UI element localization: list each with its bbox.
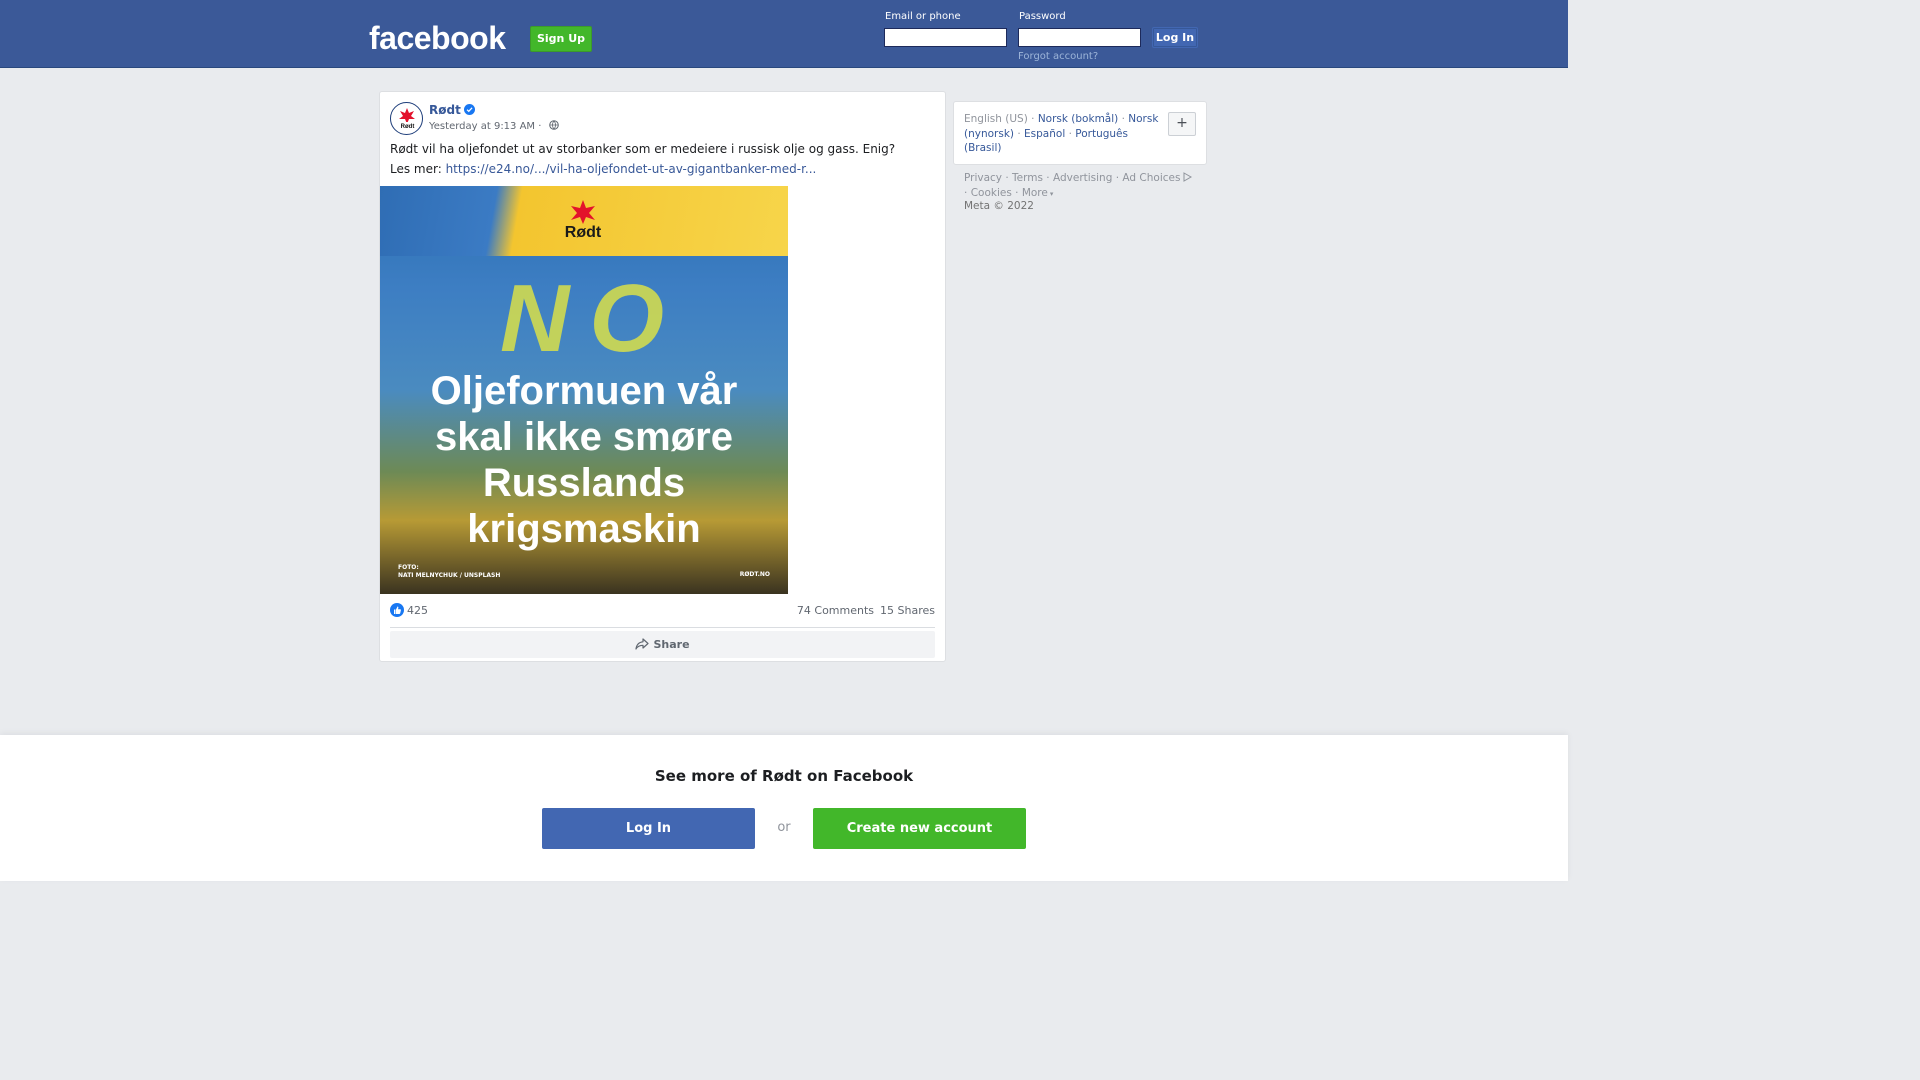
- verified-badge-icon: [463, 104, 475, 115]
- caret-down-icon: ▾: [1049, 189, 1054, 198]
- image-headline: Oljeformuen vår skal ikke smøre Russland…: [380, 368, 788, 552]
- headline-line-3: Russlands: [482, 461, 686, 505]
- globe-icon: [548, 120, 559, 130]
- language-list: English (US) · Norsk (bokmål) · Norsk (n…: [964, 113, 1159, 154]
- current-language: English (US): [964, 113, 1028, 125]
- engagement-counts: 74 Comments 15 Shares: [791, 604, 935, 617]
- copyright: Meta © 2022: [964, 200, 1034, 212]
- email-label: Email or phone: [885, 11, 961, 22]
- create-account-button[interactable]: Create new account: [813, 808, 1026, 849]
- credit-line-1: FOTO:: [398, 564, 419, 571]
- post-divider: [390, 627, 935, 628]
- post-time[interactable]: Yesterday at 9:13 AM ·: [429, 121, 545, 132]
- ad-choices-icon: [1183, 172, 1193, 182]
- terms-link[interactable]: Terms: [1012, 172, 1043, 184]
- headline-line-4: krigsmaskin: [467, 507, 701, 551]
- post-timestamp: Yesterday at 9:13 AM ·: [429, 120, 559, 132]
- sign-up-button[interactable]: Sign Up: [530, 26, 592, 52]
- password-label: Password: [1019, 11, 1066, 22]
- post-link-line: Les mer: https://e24.no/.../vil-ha-oljef…: [390, 162, 816, 176]
- article-link[interactable]: https://e24.no/.../vil-ha-oljefondet-ut-…: [446, 162, 817, 176]
- post-text: Rødt vil ha oljefondet ut av storbanker …: [390, 142, 896, 156]
- reaction-count: 425: [407, 604, 428, 617]
- login-prompt-banner: See more of Rødt on Facebook Log In or C…: [0, 735, 1568, 881]
- password-input[interactable]: [1018, 28, 1141, 47]
- language-norsk-bokmal[interactable]: Norsk (bokmål): [1038, 113, 1118, 125]
- headline-line-2: skal ikke smøre: [435, 415, 733, 459]
- rodt-logo-icon: Rødt: [398, 108, 417, 130]
- image-party-name: Rødt: [564, 224, 602, 241]
- more-label[interactable]: More: [1022, 187, 1048, 199]
- footer-links: Privacy · Terms · Advertising · Ad Choic…: [964, 171, 1204, 201]
- like-reaction-icon: [390, 603, 404, 617]
- post-card: Rødt Rødt Yesterday at 9:13 AM · Rødt vi…: [379, 91, 946, 662]
- headline-line-1: Oljeformuen vår: [430, 369, 738, 413]
- red-star-icon: [571, 200, 595, 224]
- email-input[interactable]: [884, 28, 1007, 47]
- image-site-label: RØDT.NO: [739, 571, 770, 578]
- language-selector: English (US) · Norsk (bokmål) · Norsk (n…: [953, 101, 1207, 165]
- reactions-summary[interactable]: 425: [390, 603, 428, 617]
- ad-choices-link[interactable]: Ad Choices: [1122, 172, 1193, 184]
- read-more-prefix: Les mer:: [390, 162, 446, 176]
- ad-choices-label[interactable]: Ad Choices: [1122, 172, 1180, 184]
- cookies-link[interactable]: Cookies: [971, 187, 1012, 199]
- advertising-link[interactable]: Advertising: [1053, 172, 1112, 184]
- comments-count[interactable]: 74 Comments: [797, 604, 874, 617]
- facebook-logo[interactable]: facebook: [369, 20, 506, 57]
- language-espanol[interactable]: Español: [1024, 128, 1065, 140]
- post-image[interactable]: Rødt NO Oljeformuen vår skal ikke smøre …: [380, 186, 788, 594]
- page-avatar[interactable]: Rødt: [390, 102, 423, 135]
- image-party-logo: Rødt: [560, 200, 606, 242]
- top-navigation-bar: facebook Sign Up Email or phone Password…: [0, 0, 1568, 68]
- forgot-account-link[interactable]: Forgot account?: [1018, 51, 1098, 62]
- image-photo-credit: FOTO: NATI MELNYCHUK / UNSPLASH: [398, 564, 500, 580]
- share-icon: [635, 638, 650, 650]
- more-link[interactable]: More ▾: [1022, 187, 1054, 199]
- privacy-link[interactable]: Privacy: [964, 172, 1002, 184]
- banner-title: See more of Rødt on Facebook: [654, 767, 914, 785]
- post-author[interactable]: Rødt: [429, 103, 475, 117]
- more-languages-button[interactable]: +: [1168, 112, 1196, 136]
- image-scrawl: NO: [500, 265, 684, 372]
- post-author-name[interactable]: Rødt: [429, 103, 461, 117]
- header-login-button[interactable]: Log In: [1152, 27, 1198, 48]
- banner-login-button[interactable]: Log In: [542, 808, 755, 849]
- credit-line-2: NATI MELNYCHUK / UNSPLASH: [398, 572, 501, 579]
- shares-count[interactable]: 15 Shares: [880, 604, 935, 617]
- share-button[interactable]: Share: [390, 631, 935, 658]
- or-separator: or: [777, 820, 791, 835]
- svg-text:Rødt: Rødt: [401, 124, 415, 130]
- share-label: Share: [653, 638, 690, 651]
